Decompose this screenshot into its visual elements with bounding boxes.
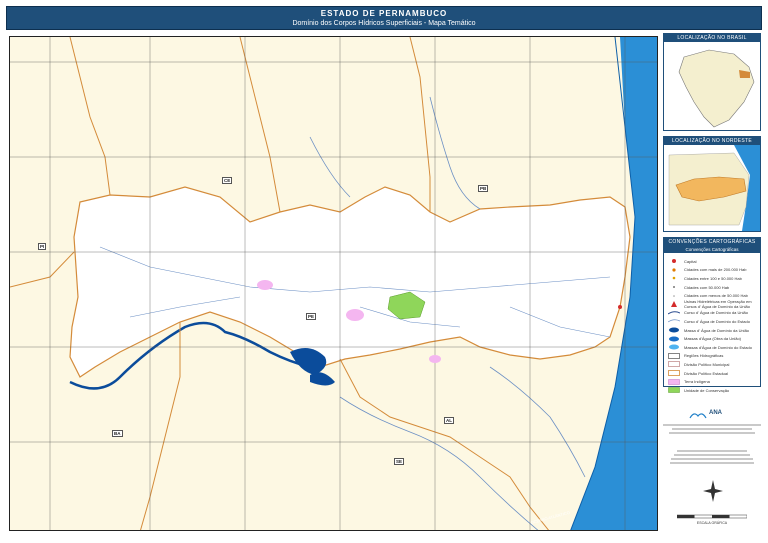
city-icon (668, 284, 680, 290)
conservation-icon (668, 387, 680, 393)
credits-line (663, 424, 761, 426)
indigenous-area[interactable] (257, 280, 273, 290)
legend-item: Divisão Político Municipal (668, 360, 756, 369)
region-icon (668, 353, 680, 359)
city-icon (668, 293, 680, 299)
capital-icon (668, 258, 680, 264)
legend-item: Unidade de Conservação (668, 386, 756, 395)
agency-logo-icon (689, 413, 707, 419)
credits-panel: ANA ESCALA GRÁFICA (663, 410, 761, 530)
credits-line (674, 454, 750, 456)
agency-name: ANA (709, 410, 722, 416)
state-label: BA (112, 430, 123, 437)
state-label: AL (444, 417, 454, 424)
north-arrow-icon (703, 480, 723, 502)
credits-line (670, 462, 754, 464)
legend-item: Curso d' Água de Domínio da União (668, 309, 756, 318)
map-title: ESTADO DE PERNAMBUCO (320, 8, 448, 18)
river-state-icon (668, 318, 680, 324)
legend-list: Capital Cidades com mais de 200.000 Hab … (664, 253, 760, 395)
muni-border-icon (668, 361, 680, 368)
credits-line (671, 458, 753, 460)
legend-item: Cidades com mais de 200.000 Hab (668, 266, 756, 275)
scale-bar (677, 514, 747, 519)
scale-label: ESCALA GRÁFICA (696, 521, 728, 525)
legend-panel: CONVENÇÕES CARTOGRÁFICAS Convenções Cart… (663, 237, 761, 393)
hydro-plant-icon (668, 301, 680, 308)
map-header: ESTADO DE PERNAMBUCO Domínio dos Corpos … (6, 6, 762, 30)
legend-item: Massas d'Água (Obra da União) (668, 334, 756, 343)
inset-northeast-title: LOCALIZAÇÃO NO NORDESTE (664, 137, 760, 145)
legend-item: Curso d' Água de Domínio do Estado (668, 317, 756, 326)
legend-item: Cidades com 50.000 Hab (668, 283, 756, 292)
inset-brazil: LOCALIZAÇÃO NO BRASIL (663, 33, 761, 131)
legend-item: Massa d' Água de Domínio da União (668, 326, 756, 335)
city-icon (668, 275, 680, 281)
credits-line (677, 450, 747, 452)
legend-item: Massas d'Água de Domínio do Estado (668, 343, 756, 352)
legend-item: Divisão Político Estadual (668, 369, 756, 378)
indigenous-area[interactable] (346, 309, 364, 321)
inset-brazil-title: LOCALIZAÇÃO NO BRASIL (664, 34, 760, 42)
main-map[interactable]: CE PB PI PE BA AL SE OCEANO ATLÂNTICO (9, 36, 658, 531)
legend-title: CONVENÇÕES CARTOGRÁFICAS (664, 238, 760, 246)
water-mass-icon (668, 344, 680, 350)
credits-line (669, 432, 755, 434)
water-mass-icon (668, 336, 680, 342)
reservoir[interactable] (310, 372, 335, 386)
credits-line (672, 428, 752, 430)
legend-item: Regiões Hidrográficas (668, 352, 756, 361)
state-label: CE (222, 177, 233, 184)
legend-item: Terra Indígena (668, 377, 756, 386)
inset-northeast: LOCALIZAÇÃO NO NORDESTE (663, 136, 761, 232)
state-label: PI (38, 243, 47, 250)
river-federal-icon (668, 310, 680, 316)
state-label: SE (394, 458, 405, 465)
state-label: PB (478, 185, 489, 192)
legend-subtitle: Convenções Cartográficas (664, 246, 760, 253)
city-icon (668, 267, 680, 273)
map-subtitle: Domínio dos Corpos Hídricos Superficiais… (292, 19, 476, 27)
indigenous-icon (668, 378, 680, 385)
legend-item: Usinas Hidrelétricas em Operação em Curs… (668, 299, 756, 309)
state-label: PE (306, 313, 317, 320)
northeast-map (664, 145, 760, 231)
capital-marker[interactable] (618, 305, 622, 309)
legend-item: Capital (668, 257, 756, 266)
state-border-icon (668, 370, 680, 376)
brazil-map (664, 42, 760, 130)
indigenous-area[interactable] (429, 355, 441, 363)
legend-item: Cidades entre 100 e 50.000 Hab (668, 274, 756, 283)
map-canvas (10, 37, 657, 530)
water-mass-icon (668, 327, 680, 333)
